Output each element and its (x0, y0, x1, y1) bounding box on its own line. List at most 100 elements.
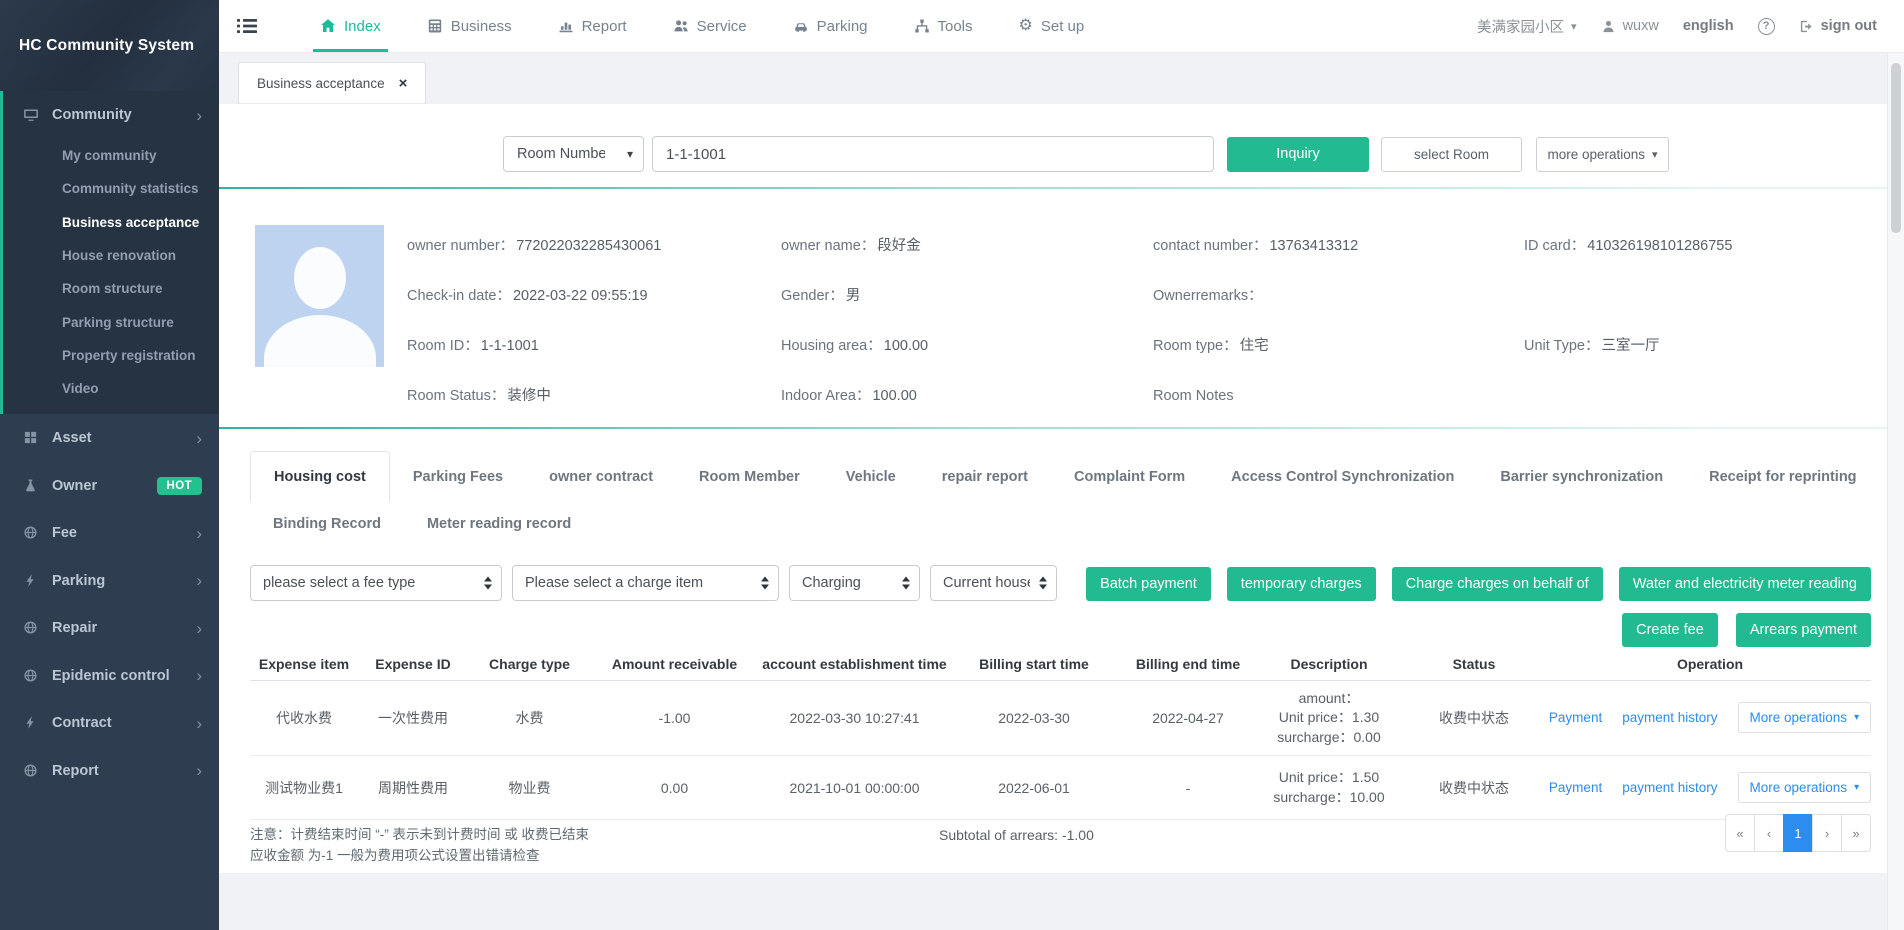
inquiry-button[interactable]: Inquiry (1227, 137, 1369, 172)
meter-reading-button[interactable]: Water and electricity meter reading (1619, 567, 1871, 601)
temporary-charges-button[interactable]: temporary charges (1227, 567, 1376, 601)
col-account-time: account establishment time (758, 648, 951, 680)
close-icon[interactable]: × (399, 76, 408, 91)
nav-parking[interactable]: Parking (770, 0, 891, 52)
search-field-select[interactable]: Room Number ▾ (503, 136, 644, 172)
sidebar-item-business-acceptance[interactable]: Business acceptance (0, 206, 219, 239)
sidebar-toggle-icon[interactable] (237, 18, 257, 34)
sidebar-item-contract[interactable]: Contract › (0, 699, 219, 747)
payment-link[interactable]: Payment (1549, 780, 1602, 795)
globe-icon (23, 620, 39, 636)
room-number-input[interactable] (652, 136, 1214, 172)
select-room-button[interactable]: select Room (1381, 137, 1522, 172)
sidebar-item-room-structure[interactable]: Room structure (0, 272, 219, 305)
fee-actions-row-1: Batch payment temporary charges Charge c… (1086, 567, 1871, 601)
pagination-prev[interactable]: ‹ (1754, 814, 1784, 852)
charging-select[interactable]: Charging (789, 565, 920, 601)
nav-index[interactable]: Index (297, 0, 404, 52)
tab-meter-reading-record[interactable]: Meter reading record (404, 502, 594, 546)
description-cell: Unit price：1.50 surcharge：10.00 (1259, 756, 1399, 820)
tab-access-control-sync[interactable]: Access Control Synchronization (1208, 451, 1477, 502)
row-more-operations-button[interactable]: More operations ▾ (1738, 772, 1872, 803)
tab-binding-record[interactable]: Binding Record (250, 502, 404, 546)
sidebar-item-asset[interactable]: Asset › (0, 414, 219, 462)
nav-set-up[interactable]: ⚙ Set up (996, 0, 1108, 52)
pagination-first[interactable]: « (1725, 814, 1755, 852)
pagination-page-1[interactable]: 1 (1783, 814, 1813, 852)
chevron-right-icon: › (196, 620, 202, 637)
scrollbar-thumb[interactable] (1891, 63, 1901, 233)
sidebar-item-community-statistics[interactable]: Community statistics (0, 172, 219, 205)
field-indoor-area: Indoor Area：100.00 (781, 386, 1153, 406)
sidebar-item-report[interactable]: Report › (0, 747, 219, 795)
pagination-next[interactable]: › (1812, 814, 1842, 852)
sign-out-button[interactable]: sign out (1799, 18, 1877, 34)
sidebar-item-parking[interactable]: Parking › (0, 557, 219, 605)
fee-actions-row-2: Create fee Arrears payment (1622, 613, 1871, 647)
sidebar-item-fee[interactable]: Fee › (0, 509, 219, 557)
field-contact-number: contact number：13763413312 (1153, 236, 1524, 256)
table-row: 测试物业费1 周期性费用 物业费 0.00 2021-10-01 00:00:0… (250, 756, 1871, 820)
tab-complaint-form[interactable]: Complaint Form (1051, 451, 1208, 502)
charge-item-select[interactable]: Please select a charge item (512, 565, 779, 601)
arrears-payment-button[interactable]: Arrears payment (1736, 613, 1871, 647)
sidebar-item-epidemic-control[interactable]: Epidemic control › (0, 652, 219, 700)
detail-tabs-row-2: Binding Record Meter reading record (250, 502, 1871, 546)
payment-link[interactable]: Payment (1549, 710, 1602, 725)
globe-icon (23, 525, 39, 541)
sidebar-section-community: Community › My community Community stati… (0, 91, 219, 414)
bar-chart-icon (558, 18, 574, 34)
tab-barrier-sync[interactable]: Barrier synchronization (1477, 451, 1686, 502)
fee-type-select[interactable]: please select a fee type (250, 565, 502, 601)
sidebar-item-owner[interactable]: Owner HOT (0, 462, 219, 510)
divider (219, 187, 1887, 189)
globe-icon (23, 763, 39, 779)
user-menu[interactable]: wuxw (1601, 18, 1659, 34)
caret-down-icon: ▾ (1652, 148, 1658, 161)
help-icon[interactable]: ? (1758, 18, 1775, 35)
tab-repair-report[interactable]: repair report (919, 451, 1051, 502)
scrollbar-track[interactable] (1887, 53, 1904, 930)
more-operations-button[interactable]: more operations ▾ (1536, 137, 1669, 172)
language-switch[interactable]: english (1683, 18, 1734, 34)
tab-receipt-reprinting[interactable]: Receipt for reprinting (1686, 451, 1879, 502)
pagination-last[interactable]: » (1841, 814, 1871, 852)
tab-vehicle[interactable]: Vehicle (823, 451, 919, 502)
tab-parking-fees[interactable]: Parking Fees (390, 451, 526, 502)
tab-room-member[interactable]: Room Member (676, 451, 823, 502)
topbar-right: 美满家园小区 ▾ wuxw english ? sign out (1477, 16, 1904, 37)
sidebar-item-house-renovation[interactable]: House renovation (0, 239, 219, 272)
sidebar-item-repair[interactable]: Repair › (0, 604, 219, 652)
nav-tools[interactable]: Tools (891, 0, 996, 52)
row-more-operations-button[interactable]: More operations ▾ (1738, 702, 1872, 733)
sidebar-item-parking-structure[interactable]: Parking structure (0, 305, 219, 338)
sidebar-item-my-community[interactable]: My community (0, 139, 219, 172)
field-unit-type: Unit Type：三室一厅 (1524, 336, 1732, 356)
batch-payment-button[interactable]: Batch payment (1086, 567, 1211, 601)
payment-history-link[interactable]: payment history (1622, 780, 1717, 795)
owner-avatar (255, 225, 384, 367)
nav-business[interactable]: Business (404, 0, 535, 52)
tab-business-acceptance[interactable]: Business acceptance × (238, 62, 426, 104)
users-icon (673, 18, 689, 34)
tab-owner-contract[interactable]: owner contract (526, 451, 676, 502)
detail-tabs: Housing cost Parking Fees owner contract… (250, 451, 1871, 546)
payment-history-link[interactable]: payment history (1622, 710, 1717, 725)
nav-service[interactable]: Service (650, 0, 770, 52)
field-room-status: Room Status：装修中 (407, 386, 781, 406)
community-selector[interactable]: 美满家园小区 ▾ (1477, 16, 1577, 37)
field-housing-area: Housing area：100.00 (781, 336, 1153, 356)
table-header-row: Expense item Expense ID Charge type Amou… (250, 648, 1871, 680)
sign-out-icon (1799, 19, 1814, 34)
chevron-right-icon: › (196, 107, 202, 124)
sidebar-item-community[interactable]: Community › (0, 91, 219, 139)
tab-housing-cost[interactable]: Housing cost (250, 451, 390, 502)
home-icon (320, 18, 336, 34)
nav-report[interactable]: Report (535, 0, 650, 52)
sidebar-item-property-registration[interactable]: Property registration (0, 339, 219, 372)
house-select[interactable]: Current house (930, 565, 1057, 601)
create-fee-button[interactable]: Create fee (1622, 613, 1718, 647)
app-logo: HC Community System (0, 0, 219, 91)
charge-on-behalf-button[interactable]: Charge charges on behalf of (1392, 567, 1603, 601)
sidebar-item-video[interactable]: Video (0, 372, 219, 405)
